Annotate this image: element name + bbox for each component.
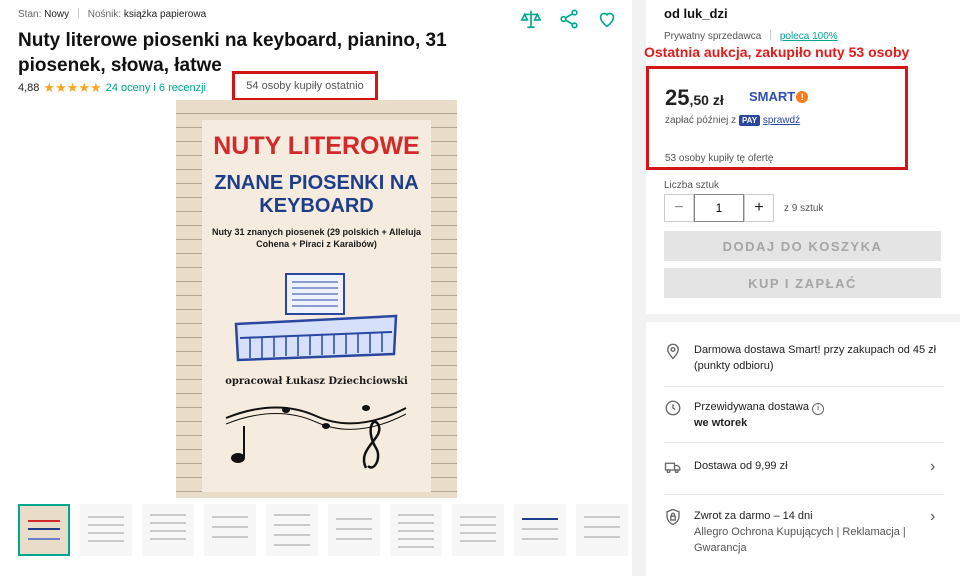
thumbnail[interactable] — [514, 504, 566, 556]
quantity-input[interactable] — [694, 194, 744, 222]
returns-title: Zwrot za darmo – 14 dni — [694, 510, 813, 522]
product-column: Stan: Nowy Nośnik: książka papierowa Nut… — [0, 0, 630, 576]
quantity-label: Liczba sztuk — [664, 180, 720, 191]
delivery-cost-text: Dostawa od 9,99 zł — [694, 460, 788, 472]
cover-description: Nuty 31 znanych piosenek (29 polskich + … — [212, 227, 421, 249]
rating-value: 4,88 — [18, 82, 40, 94]
thumbnail[interactable] — [80, 504, 132, 556]
row-divider — [664, 386, 944, 387]
seller-type: Prywatny sprzedawca — [664, 31, 762, 42]
free-delivery-text: Darmowa dostawa Smart! przy zakupach od … — [694, 344, 937, 372]
keyboard-illustration — [234, 273, 398, 362]
row-divider — [664, 442, 944, 443]
product-meta: Stan: Nowy Nośnik: książka papierowa — [18, 8, 206, 20]
chevron-right-icon: › — [930, 458, 936, 475]
offer-bought-count: 53 osoby kupiły tę ofertę — [665, 153, 774, 164]
price-cents: ,50 zł — [689, 92, 724, 108]
seller-separator — [770, 30, 772, 40]
add-to-cart-button[interactable]: DODAJ DO KOSZYKA — [664, 231, 941, 261]
truck-icon — [664, 458, 694, 481]
condition-value: Nowy — [44, 9, 70, 20]
thumbnail-cover[interactable] — [18, 504, 70, 556]
seller-recommendation-link[interactable]: poleca 100% — [780, 31, 838, 42]
quantity-available: z 9 sztuk — [784, 203, 824, 214]
info-icon[interactable]: i — [812, 403, 825, 415]
row-divider — [664, 494, 944, 495]
red-annotation: Ostatnia aukcja, zakupiło nuty 53 osoby — [644, 44, 910, 60]
location-pin-icon — [664, 342, 694, 374]
music-notes-illustration — [225, 405, 407, 469]
cover-subtitle: ZNANE PIOSENKI NA KEYBOARD — [214, 172, 419, 217]
expected-delivery-row: Przewidywana dostawa i we wtorek — [664, 399, 944, 431]
thumbnail[interactable] — [266, 504, 318, 556]
rating-stars: ★★★★★ — [43, 80, 102, 95]
quantity-stepper: − + — [664, 194, 774, 222]
smart-exclamation-icon: ! — [796, 91, 809, 103]
column-divider — [632, 0, 646, 576]
clock-icon — [664, 399, 694, 431]
medium-value: książka papierowa — [123, 9, 207, 20]
seller-info: Prywatny sprzedawca poleca 100% — [664, 30, 838, 42]
rating-row: 4,88 ★★★★★ 24 oceny i 6 recenzji — [18, 80, 206, 96]
price-main: 25 — [665, 85, 690, 110]
increase-button[interactable]: + — [744, 194, 774, 222]
returns-details: Allegro Ochrona Kupujących | Reklamacja … — [694, 526, 906, 554]
decrease-button[interactable]: − — [664, 194, 694, 222]
price: 25,50 zł — [665, 85, 724, 111]
expected-delivery-value: we wtorek — [694, 417, 748, 429]
delivery-cost-row[interactable]: Dostawa od 9,99 zł › — [664, 458, 944, 481]
share-icon[interactable] — [558, 8, 580, 35]
smart-label: SMART — [749, 89, 796, 104]
pay-badge: PAY — [738, 115, 761, 126]
expected-delivery: Przewidywana dostawa i we wtorek — [694, 399, 944, 431]
thumbnail[interactable] — [390, 504, 442, 556]
thumbnail[interactable] — [142, 504, 194, 556]
chevron-right-icon: › — [930, 508, 936, 525]
section-separator — [646, 314, 960, 322]
meta-separator — [77, 8, 79, 18]
seller-name[interactable]: od luk_dzi — [664, 6, 728, 21]
returns-row[interactable]: Zwrot za darmo – 14 dni Allegro Ochrona … — [664, 508, 944, 556]
thumbnail[interactable] — [452, 504, 504, 556]
pay-later-text: zapłać później z — [665, 115, 737, 126]
returns-info: Zwrot za darmo – 14 dni Allegro Ochrona … — [694, 508, 930, 556]
medium-label: Nośnik: — [87, 9, 122, 20]
expected-delivery-label: Przewidywana dostawa — [694, 401, 809, 413]
pay-check-link[interactable]: sprawdź — [763, 115, 800, 126]
bought-recently-text: 54 osoby kupiły ostatnio — [246, 80, 364, 92]
bought-recently-badge: 54 osoby kupiły ostatnio — [232, 71, 378, 101]
buy-now-button[interactable]: KUP I ZAPŁAĆ — [664, 268, 941, 298]
image-thumbnails — [18, 504, 628, 556]
price-box: 25,50 zł SMART! zapłać później z PAY spr… — [646, 66, 908, 170]
smart-badge: SMART! — [749, 89, 809, 104]
condition-label: Stan: — [18, 9, 42, 20]
offer-column: od luk_dzi Prywatny sprzedawca poleca 10… — [644, 0, 960, 576]
product-cover-image[interactable]: NUTY LITEROWE ZNANE PIOSENKI NA KEYBOARD… — [176, 100, 457, 498]
shield-lock-icon — [664, 508, 694, 556]
thumbnail[interactable] — [328, 504, 380, 556]
reviews-link[interactable]: 24 oceny i 6 recenzji — [106, 82, 206, 94]
cover-author: opracował Łukasz Dziechciowski — [225, 376, 408, 387]
free-delivery-row: Darmowa dostawa Smart! przy zakupach od … — [664, 342, 944, 374]
thumbnail[interactable] — [204, 504, 256, 556]
thumbnail[interactable] — [576, 504, 628, 556]
heart-icon[interactable] — [596, 8, 618, 35]
pay-later: zapłać później z PAY sprawdź — [665, 115, 800, 126]
cover-title: NUTY LITEROWE — [213, 132, 420, 160]
